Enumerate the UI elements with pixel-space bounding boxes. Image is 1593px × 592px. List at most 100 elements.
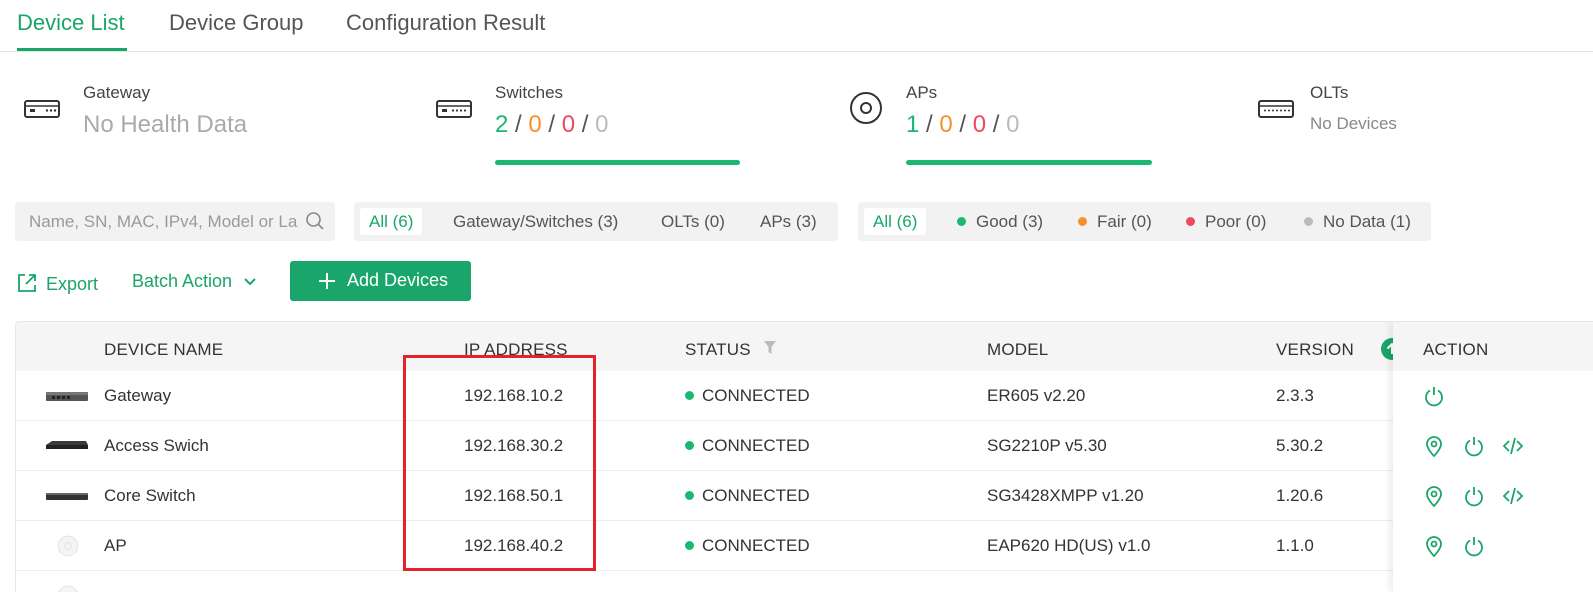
header-version[interactable]: VERSION (1276, 340, 1354, 360)
tab-device-list[interactable]: Device List (17, 10, 125, 36)
aps-health-bar (906, 160, 1152, 165)
version: 5.30.2 (1276, 436, 1324, 455)
export-icon (18, 274, 36, 292)
table-row[interactable]: Access Swich 192.168.30.2 CONNECTED SG22… (16, 421, 1593, 471)
tab-configuration-result[interactable]: Configuration Result (346, 10, 545, 36)
export-button[interactable]: Export (16, 268, 98, 295)
location-icon[interactable] (1423, 485, 1445, 507)
add-devices-button[interactable]: Add Devices (290, 261, 471, 301)
aps-poor-count: 0 (972, 111, 987, 138)
device-table: DEVICE NAME IP ADDRESS STATUS MODEL VERS… (15, 321, 1593, 592)
ap-icon (850, 92, 882, 124)
olt-icon (1258, 100, 1294, 118)
filter-good-label: Good (3) (976, 212, 1044, 231)
tab-bar: Device List Device Group Configuration R… (0, 0, 1593, 52)
version: 2.3.3 (1276, 386, 1314, 405)
chevron-down-icon (244, 278, 256, 286)
nodata-dot (1304, 217, 1313, 227)
status: CONNECTED (685, 536, 810, 556)
aps-fair-count: 0 (939, 111, 953, 138)
search-input[interactable] (29, 210, 299, 234)
cli-code-icon[interactable] (1502, 485, 1524, 507)
header-model[interactable]: MODEL (987, 340, 1048, 360)
stat-aps-value: 1 / 0 / 0 / 0 (906, 111, 1019, 139)
header-action: ACTION (1423, 340, 1489, 359)
filter-fair[interactable]: Fair (0) (1078, 208, 1152, 235)
model: SG3428XMPP v1.20 (987, 486, 1144, 505)
stat-olts-value: No Devices (1310, 114, 1397, 133)
switches-good-count: 2 (495, 111, 509, 138)
status-label: CONNECTED (702, 486, 810, 505)
status-dot (685, 541, 694, 551)
switches-health-bar (495, 160, 740, 165)
filter-good[interactable]: Good (3) (957, 208, 1043, 235)
stat-switches-value: 2 / 0 / 0 / 0 (495, 111, 608, 139)
status-label: CONNECTED (702, 386, 810, 405)
switches-fair-count: 0 (528, 111, 542, 138)
reboot-icon[interactable] (1463, 485, 1485, 507)
active-tab-indicator (17, 48, 127, 51)
aps-good-count: 1 (906, 111, 920, 138)
version: 1.1.0 (1276, 536, 1314, 555)
switch-icon (436, 100, 472, 118)
reboot-icon[interactable] (1463, 535, 1485, 557)
table-row[interactable]: AP 192.168.40.2 CONNECTED EAP620 HD(US) … (16, 521, 1593, 571)
tab-device-group[interactable]: Device Group (169, 10, 304, 36)
access-point-thumbnail (58, 585, 78, 592)
poor-dot (1186, 217, 1195, 227)
device-name[interactable]: Access Swich (104, 436, 209, 456)
separator: / (581, 111, 589, 138)
table-row[interactable]: Core Switch 192.168.50.1 CONNECTED SG342… (16, 471, 1593, 521)
filter-all-types[interactable]: All (6) (360, 208, 423, 235)
separator: / (959, 111, 967, 138)
export-label: Export (46, 274, 99, 294)
status: CONNECTED (685, 386, 810, 406)
header-device-name[interactable]: DEVICE NAME (104, 340, 223, 360)
filter-poor[interactable]: Poor (0) (1186, 208, 1266, 235)
filter-gateway-switches[interactable]: Gateway/Switches (3) (453, 208, 618, 235)
model: SG2210P v5.30 (987, 436, 1107, 455)
batch-action-label: Batch Action (132, 271, 233, 291)
plus-icon (319, 273, 335, 289)
filter-icon[interactable] (763, 340, 777, 356)
action-column: ACTION (1393, 322, 1593, 592)
filter-fair-label: Fair (0) (1097, 212, 1152, 231)
header-status[interactable]: STATUS (685, 340, 751, 360)
filter-olts[interactable]: OLTs (0) (661, 208, 725, 235)
model: ER605 v2.20 (987, 386, 1086, 405)
aps-nodata-count: 0 (1006, 111, 1020, 138)
model: EAP620 HD(US) v1.0 (987, 536, 1151, 555)
separator: / (548, 111, 556, 138)
batch-action-dropdown[interactable]: Batch Action (132, 271, 257, 292)
switch-thumbnail (46, 493, 88, 500)
status-label: CONNECTED (702, 436, 810, 455)
search-icon[interactable] (305, 211, 325, 231)
separator: / (926, 111, 933, 138)
good-dot (957, 217, 966, 227)
fair-dot (1078, 217, 1087, 227)
stat-olts-title: OLTs (1310, 83, 1349, 102)
device-name[interactable]: AP (104, 536, 127, 556)
switch-thumbnail (46, 441, 88, 449)
device-name[interactable]: Core Switch (104, 486, 196, 506)
stat-aps-title: APs (906, 83, 938, 102)
add-devices-label: Add Devices (347, 270, 449, 290)
location-icon[interactable] (1423, 435, 1445, 457)
table-header: DEVICE NAME IP ADDRESS STATUS MODEL VERS… (16, 322, 1593, 371)
cli-code-icon[interactable] (1502, 435, 1524, 457)
switches-poor-count: 0 (561, 111, 576, 138)
status-dot (685, 391, 694, 401)
status: CONNECTED (685, 486, 810, 506)
switches-nodata-count: 0 (595, 111, 609, 138)
filter-no-data[interactable]: No Data (1) (1304, 208, 1411, 235)
device-name[interactable]: Gateway (104, 386, 171, 406)
table-row[interactable]: Gateway 192.168.10.2 CONNECTED ER605 v2.… (16, 371, 1593, 421)
reboot-icon[interactable] (1463, 435, 1485, 457)
filter-aps[interactable]: APs (3) (760, 208, 817, 235)
location-icon[interactable] (1423, 535, 1445, 557)
filter-all-health[interactable]: All (6) (864, 208, 927, 235)
version: 1.20.6 (1276, 486, 1324, 505)
reboot-icon[interactable] (1423, 385, 1445, 407)
separator: / (515, 111, 522, 138)
table-row[interactable] (16, 571, 1593, 592)
